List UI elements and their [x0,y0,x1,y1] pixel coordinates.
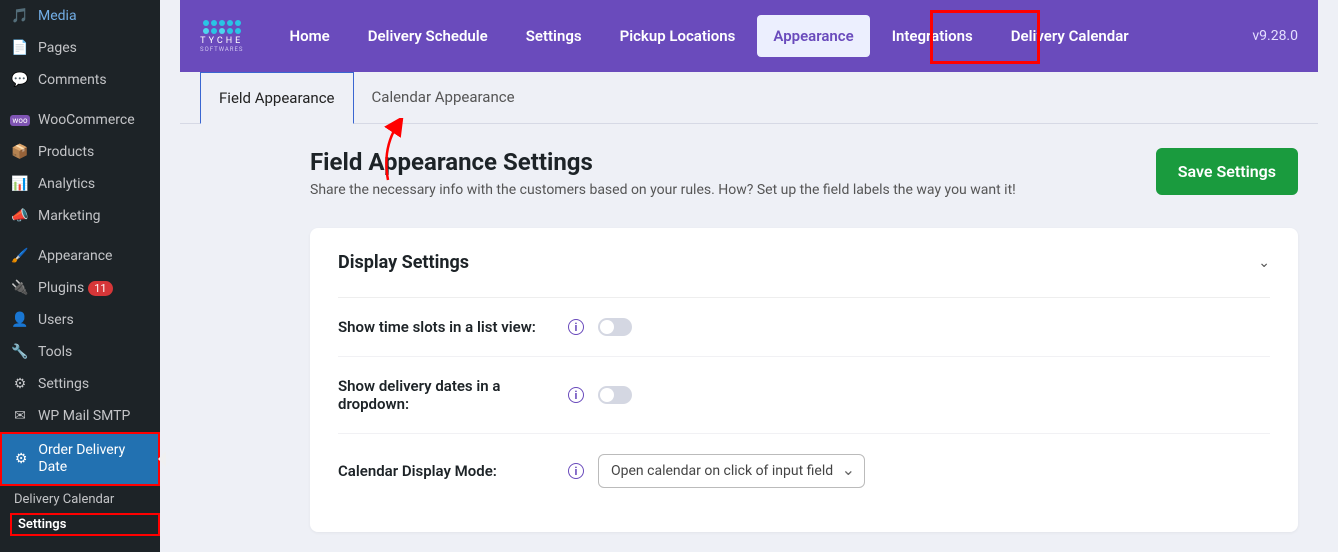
plugin-topbar: TYCHE SOFTWARES Home Delivery Schedule S… [180,0,1318,72]
subtabs: Field Appearance Calendar Appearance [180,72,1318,124]
sidebar-label: Tools [38,344,72,360]
nav-home[interactable]: Home [273,15,345,57]
sidebar-label: WP Mail SMTP [38,408,130,424]
calendar-mode-select[interactable]: Open calendar on click of input field [598,454,865,488]
sidebar-sub-settings[interactable]: Settings [10,513,160,536]
subtab-field-appearance[interactable]: Field Appearance [200,72,354,124]
media-icon: 🎵 [10,8,30,24]
display-settings-panel: Display Settings ⌄ Show time slots in a … [310,228,1298,532]
setting-row-time-slots: Show time slots in a list view: i [338,298,1270,357]
users-icon: 👤 [10,312,30,328]
sidebar-sub-delivery-calendar[interactable]: Delivery Calendar [0,486,160,513]
nav-delivery-schedule[interactable]: Delivery Schedule [352,15,504,57]
setting-row-calendar-mode: Calendar Display Mode: i Open calendar o… [338,434,1270,508]
appearance-icon: 🖌️ [10,248,30,264]
pages-icon: 📄 [10,40,30,56]
sidebar-label: Plugins [38,280,84,296]
plugins-icon: 🔌 [10,280,30,296]
subtab-calendar-appearance[interactable]: Calendar Appearance [354,72,533,123]
sidebar-label: Analytics [38,176,95,192]
sidebar-item-plugins[interactable]: 🔌 Plugins 11 [0,272,160,304]
sidebar-item-woocommerce[interactable]: woo WooCommerce [0,104,160,136]
info-icon[interactable]: i [568,387,584,403]
plugin-nav: Home Delivery Schedule Settings Pickup L… [273,15,1144,57]
sidebar-label: Users [38,312,74,328]
sidebar-item-settings[interactable]: ⚙ Settings [0,368,160,400]
sidebar-item-marketing[interactable]: 📣 Marketing [0,200,160,232]
comments-icon: 💬 [10,72,30,88]
panel-title: Display Settings [338,252,469,273]
plugins-badge: 11 [88,281,112,296]
nav-pickup-locations[interactable]: Pickup Locations [604,15,752,57]
sidebar-label: Pages [38,40,77,56]
version-label: v9.28.0 [1252,28,1298,44]
sidebar-label: WooCommerce [38,112,135,128]
wp-admin-sidebar: 🎵 Media 📄 Pages 💬 Comments woo WooCommer… [0,0,160,552]
chevron-down-icon: ⌄ [1258,255,1270,271]
sidebar-item-order-delivery-date[interactable]: ⚙ Order Delivery Date [0,432,160,486]
sidebar-label: Marketing [38,208,101,224]
gear-icon: ⚙ [12,451,30,467]
sidebar-item-pages[interactable]: 📄 Pages [0,32,160,64]
setting-label: Calendar Display Mode: [338,462,568,480]
sidebar-label: Comments [38,72,107,88]
sidebar-item-analytics[interactable]: 📊 Analytics [0,168,160,200]
tools-icon: 🔧 [10,344,30,360]
info-icon[interactable]: i [568,319,584,335]
nav-appearance[interactable]: Appearance [757,15,869,57]
sidebar-label: Media [38,8,77,24]
sidebar-label: Products [38,144,94,160]
nav-settings[interactable]: Settings [510,15,598,57]
marketing-icon: 📣 [10,208,30,224]
sidebar-item-media[interactable]: 🎵 Media [0,0,160,32]
sidebar-label: Settings [38,376,89,392]
setting-label: Show time slots in a list view: [338,318,568,336]
settings-icon: ⚙ [10,376,30,392]
arrow-icon [380,118,420,188]
info-icon[interactable]: i [568,463,584,479]
mail-icon: ✉ [10,408,30,424]
sidebar-item-tools[interactable]: 🔧 Tools [0,336,160,368]
nav-delivery-calendar[interactable]: Delivery Calendar [995,15,1145,57]
panel-header[interactable]: Display Settings ⌄ [338,252,1270,298]
save-settings-button[interactable]: Save Settings [1156,148,1298,195]
sidebar-label: Order Delivery Date [38,442,148,476]
sidebar-item-wp-mail-smtp[interactable]: ✉ WP Mail SMTP [0,400,160,432]
sidebar-label: Appearance [38,248,112,264]
toggle-dropdown-dates[interactable] [598,386,632,404]
sidebar-item-users[interactable]: 👤 Users [0,304,160,336]
products-icon: 📦 [10,144,30,160]
setting-row-dropdown-dates: Show delivery dates in a dropdown: i [338,357,1270,434]
woo-icon: woo [10,115,30,126]
analytics-icon: 📊 [10,176,30,192]
toggle-time-slots[interactable] [598,318,632,336]
setting-label: Show delivery dates in a dropdown: [338,377,568,413]
nav-integrations[interactable]: Integrations [876,15,989,57]
tyche-logo: TYCHE SOFTWARES [200,20,243,53]
annotation-arrow [210,124,1338,148]
sidebar-item-products[interactable]: 📦 Products [0,136,160,168]
sidebar-item-appearance[interactable]: 🖌️ Appearance [0,240,160,272]
sidebar-item-comments[interactable]: 💬 Comments [0,64,160,96]
main-content: TYCHE SOFTWARES Home Delivery Schedule S… [160,0,1338,552]
